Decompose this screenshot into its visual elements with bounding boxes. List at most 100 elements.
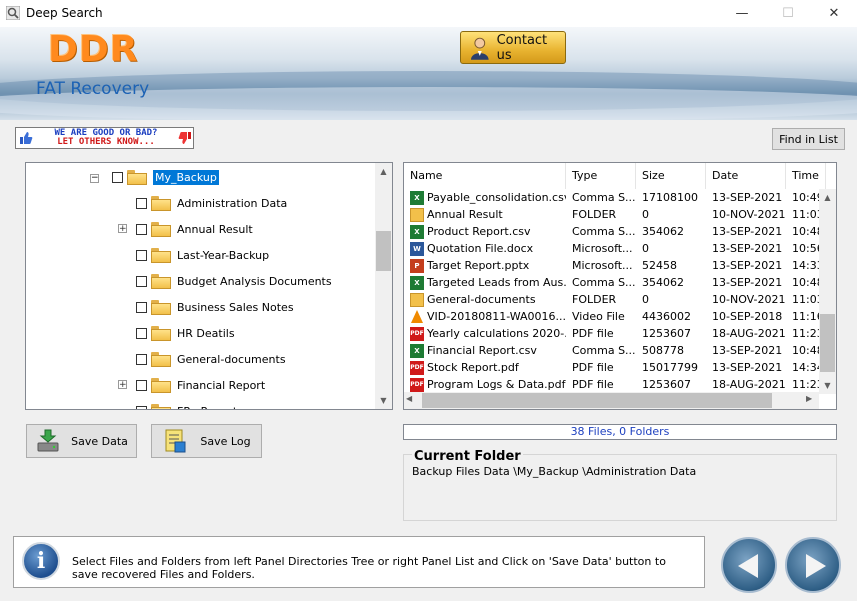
column-date[interactable]: Date: [706, 163, 786, 189]
file-date: 13-SEP-2021: [712, 361, 783, 374]
tree-checkbox[interactable]: [136, 197, 147, 209]
tree-checkbox[interactable]: [136, 275, 147, 287]
pptx-file-icon: P: [410, 258, 424, 273]
pdf-file-icon: PDF: [410, 360, 424, 375]
folder-icon: [151, 351, 171, 367]
tree-item[interactable]: Business Sales Notes: [136, 297, 294, 317]
csv-file-icon: X: [410, 190, 424, 205]
expand-icon[interactable]: +: [118, 224, 127, 234]
file-type: Comma S...: [572, 276, 636, 289]
folder-icon: [151, 403, 171, 409]
list-row[interactable]: PDF Yearly calculations 2020-... PDF file 1…: [404, 325, 821, 342]
scroll-right-arrow-icon[interactable]: ▶: [806, 394, 812, 403]
list-row[interactable]: General-documents FOLDER 0 10-NOV-2021 11:03: [404, 291, 821, 308]
back-button[interactable]: [721, 537, 777, 593]
tree-item[interactable]: General-documents: [136, 349, 286, 369]
scroll-thumb[interactable]: [820, 314, 835, 372]
current-folder-group: Current Folder Backup Files Data \My_Bac…: [403, 449, 837, 521]
list-hscrollbar[interactable]: ◀ ▶: [404, 392, 819, 409]
list-row[interactable]: X Financial Report.csv Comma S... 508778 13-…: [404, 342, 821, 359]
scroll-thumb[interactable]: [422, 393, 772, 408]
rate-us-button[interactable]: WE ARE GOOD OR BAD? LET OTHERS KNOW...: [15, 127, 194, 149]
tree-checkbox[interactable]: [136, 379, 147, 391]
info-icon: i: [22, 542, 60, 580]
file-time: 10:49: [792, 191, 821, 204]
scroll-down-arrow-icon[interactable]: ▼: [375, 392, 392, 409]
file-size: 17108100: [642, 191, 698, 204]
file-name: Yearly calculations 2020-...: [427, 326, 566, 340]
tree-root-my-backup[interactable]: − My_Backup: [90, 167, 219, 187]
tree-checkbox[interactable]: [136, 353, 147, 365]
file-type: FOLDER: [572, 208, 617, 221]
file-size: 0: [642, 208, 649, 221]
folder-file-icon: [410, 292, 424, 307]
file-name: VID-20180811-WA0016....: [427, 309, 566, 323]
maximize-button[interactable]: ☐: [765, 0, 811, 27]
list-row[interactable]: X Product Report.csv Comma S... 354062 13-SE…: [404, 223, 821, 240]
tree-checkbox[interactable]: [136, 327, 147, 339]
save-log-button[interactable]: Save Log: [151, 424, 262, 458]
column-name[interactable]: Name: [404, 163, 566, 189]
list-row[interactable]: PDF Stock Report.pdf PDF file 15017799 13-SE…: [404, 359, 821, 376]
list-row[interactable]: X Payable_consolidation.csv Comma S... 1710…: [404, 189, 821, 206]
find-in-list-button[interactable]: Find in List: [772, 128, 845, 150]
minimize-button[interactable]: —: [719, 0, 765, 27]
list-row[interactable]: VID-20180811-WA0016.... Video File 4436002…: [404, 308, 821, 325]
file-time: 11:23: [792, 327, 821, 340]
tree-item[interactable]: + Financial Report: [118, 375, 265, 395]
scroll-left-arrow-icon[interactable]: ◀: [406, 394, 412, 403]
list-row[interactable]: X Targeted Leads from Aus... Comma S... 354…: [404, 274, 821, 291]
scroll-up-arrow-icon[interactable]: ▲: [375, 163, 392, 180]
tree-item-label: Administration Data: [177, 196, 288, 210]
scroll-up-arrow-icon[interactable]: ▲: [819, 189, 836, 206]
contact-us-button[interactable]: Contact us: [460, 31, 566, 64]
tree-item-label: Budget Analysis Documents: [177, 274, 332, 288]
tree-item[interactable]: Administration Data: [136, 193, 287, 213]
tree-item[interactable]: Last-Year-Backup: [136, 245, 269, 265]
file-date: 10-NOV-2021: [712, 208, 786, 221]
tree-item[interactable]: HR Deatils: [136, 323, 235, 343]
column-type[interactable]: Type: [566, 163, 636, 189]
list-row[interactable]: Annual Result FOLDER 0 10-NOV-2021 11:03: [404, 206, 821, 223]
tree-item[interactable]: FRs-Report: [136, 401, 237, 409]
file-name: Financial Report.csv: [427, 343, 537, 357]
file-name: Quotation File.docx: [427, 241, 534, 255]
list-row[interactable]: PDF Program Logs & Data.pdf PDF file 125360…: [404, 376, 821, 393]
tree-checkbox[interactable]: [136, 301, 147, 313]
file-time: 11:16: [792, 310, 821, 323]
list-row[interactable]: P Target Report.pptx Microsoft... 52458 13-S…: [404, 257, 821, 274]
expand-icon[interactable]: +: [118, 380, 127, 390]
magnifier-icon: [6, 6, 20, 20]
file-type: Microsoft...: [572, 259, 633, 272]
list-vscrollbar[interactable]: ▲ ▼: [819, 189, 836, 394]
file-type: PDF file: [572, 378, 614, 391]
tree-item-label: Business Sales Notes: [177, 300, 294, 314]
file-time: 10:48: [792, 344, 821, 357]
tree-item[interactable]: + Annual Result: [118, 219, 253, 239]
save-data-button[interactable]: Save Data: [26, 424, 137, 458]
file-list[interactable]: Name Type Size Date Time X Payable_consol…: [403, 162, 837, 410]
column-size[interactable]: Size: [636, 163, 706, 189]
directory-tree[interactable]: − My_Backup Administration Data + Annual Res…: [25, 162, 393, 410]
list-row[interactable]: W Quotation File.docx Microsoft... 0 13-SEP-…: [404, 240, 821, 257]
file-type: PDF file: [572, 361, 614, 374]
file-size: 354062: [642, 225, 684, 238]
tree-checkbox[interactable]: [136, 405, 147, 409]
file-type: Comma S...: [572, 225, 636, 238]
tree-checkbox[interactable]: [112, 171, 123, 183]
collapse-icon[interactable]: −: [90, 174, 99, 183]
video-file-icon: [410, 309, 424, 324]
close-button[interactable]: ✕: [811, 0, 857, 27]
file-date: 13-SEP-2021: [712, 259, 783, 272]
tree-scrollbar[interactable]: ▲ ▼: [375, 163, 392, 409]
next-button[interactable]: [785, 537, 841, 593]
scroll-thumb[interactable]: [376, 231, 391, 271]
file-name: Payable_consolidation.csv: [427, 190, 566, 204]
column-time[interactable]: Time: [786, 163, 826, 189]
scroll-down-arrow-icon[interactable]: ▼: [819, 377, 836, 394]
tree-checkbox[interactable]: [136, 249, 147, 261]
tree-checkbox[interactable]: [136, 223, 147, 235]
file-type: PDF file: [572, 327, 614, 340]
app-subtitle: FAT Recovery: [36, 79, 150, 99]
tree-item[interactable]: Budget Analysis Documents: [136, 271, 332, 291]
